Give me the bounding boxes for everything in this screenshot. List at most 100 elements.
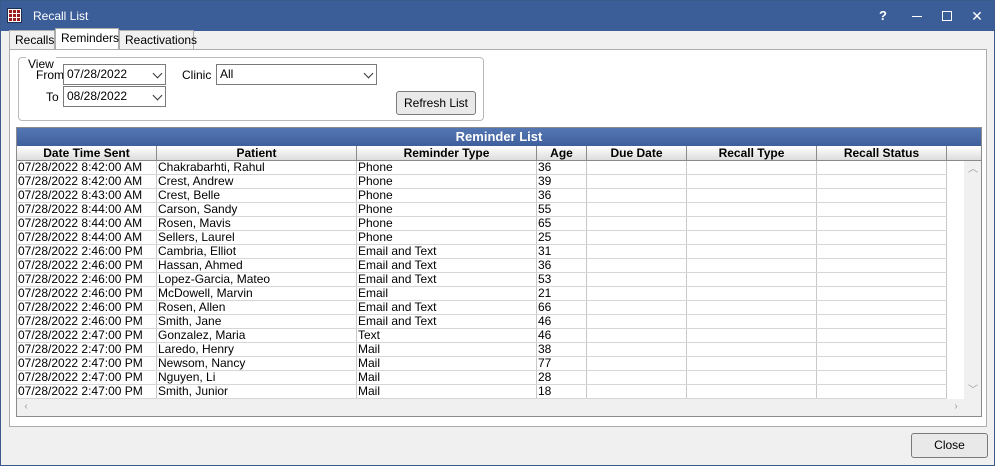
table-cell: Hassan, Ahmed [157, 259, 357, 272]
table-cell [587, 245, 687, 258]
table-cell [687, 371, 817, 384]
table-cell: Crest, Andrew [157, 175, 357, 188]
grid-app-icon [7, 8, 22, 23]
table-row[interactable]: 07/28/2022 2:46:00 PM Smith, Jane Email an… [17, 315, 947, 329]
table-row[interactable]: 07/28/2022 8:44:00 AM Carson, Sandy Phone 5… [17, 203, 947, 217]
table-cell: 77 [537, 357, 587, 370]
table-cell [587, 203, 687, 216]
help-button[interactable]: ? [869, 5, 897, 27]
column-header-age[interactable]: Age [537, 146, 587, 160]
table-cell: 46 [537, 329, 587, 342]
table-cell: Email and Text [357, 301, 537, 314]
table-cell: 07/28/2022 2:46:00 PM [17, 301, 157, 314]
table-row[interactable]: 07/28/2022 2:47:00 PM Gonzalez, Maria Text… [17, 329, 947, 343]
table-cell: Carson, Sandy [157, 203, 357, 216]
table-row[interactable]: 07/28/2022 2:46:00 PM Cambria, Elliot Emai… [17, 245, 947, 259]
vertical-scrollbar[interactable]: ︿ ﹀ [964, 161, 981, 399]
table-cell [587, 217, 687, 230]
table-cell [817, 273, 947, 286]
close-button[interactable]: Close [911, 433, 988, 458]
window-title: Recall List [33, 9, 89, 23]
table-row[interactable]: 07/28/2022 2:47:00 PM Newsom, Nancy Mail 77 [17, 357, 947, 371]
table-cell [817, 175, 947, 188]
table-row[interactable]: 07/28/2022 2:46:00 PM Hassan, Ahmed Email … [17, 259, 947, 273]
table-cell: Smith, Junior [157, 385, 357, 398]
table-cell [687, 343, 817, 356]
from-date-combo[interactable]: 07/28/2022 [63, 64, 166, 85]
minimize-button[interactable] [903, 5, 931, 27]
reminders-tab-page: View From 07/28/2022 To 08/28/2022 Clini… [9, 49, 987, 427]
table-cell [687, 301, 817, 314]
table-cell: Text [357, 329, 537, 342]
table-cell: 36 [537, 189, 587, 202]
clinic-select[interactable]: All [216, 64, 377, 85]
table-cell: 07/28/2022 2:47:00 PM [17, 329, 157, 342]
tab-recalls[interactable]: Recalls [9, 30, 55, 49]
table-row[interactable]: 07/28/2022 2:47:00 PM Smith, Junior Mail 18 [17, 385, 947, 399]
table-cell: 65 [537, 217, 587, 230]
table-cell [587, 385, 687, 398]
table-cell: Nguyen, Li [157, 371, 357, 384]
column-header-due-date[interactable]: Due Date [587, 146, 687, 160]
table-cell [817, 315, 947, 328]
grid-body: 07/28/2022 8:42:00 AM Chakrabarhti, Rahul… [17, 161, 947, 399]
table-row[interactable]: 07/28/2022 8:44:00 AM Rosen, Mavis Phone 65 [17, 217, 947, 231]
table-row[interactable]: 07/28/2022 2:46:00 PM McDowell, Marvin Ema… [17, 287, 947, 301]
clinic-value: All [220, 67, 234, 81]
column-header-recall-status[interactable]: Recall Status [817, 146, 947, 160]
table-row[interactable]: 07/28/2022 8:42:00 AM Chakrabarhti, Rahul… [17, 161, 947, 175]
column-header-recall-type[interactable]: Recall Type [687, 146, 817, 160]
title-bar[interactable]: Recall List ? ✕ [1, 1, 994, 31]
table-cell [817, 385, 947, 398]
table-cell [817, 217, 947, 230]
table-cell: 36 [537, 259, 587, 272]
column-header-reminder-type[interactable]: Reminder Type [357, 146, 537, 160]
table-cell [817, 371, 947, 384]
table-row[interactable]: 07/28/2022 2:46:00 PM Lopez-Garcia, Mateo… [17, 273, 947, 287]
table-cell [687, 329, 817, 342]
to-label: To [46, 90, 59, 104]
table-cell: 46 [537, 315, 587, 328]
tab-reminders[interactable]: Reminders [55, 28, 119, 49]
chevron-up-icon[interactable]: ︿ [968, 165, 978, 175]
table-cell [687, 161, 817, 174]
table-cell: Smith, Jane [157, 315, 357, 328]
table-cell [817, 357, 947, 370]
tab-reactivations[interactable]: Reactivations [119, 30, 197, 49]
chevron-down-icon [363, 68, 374, 79]
table-cell: Phone [357, 231, 537, 244]
close-icon: ✕ [971, 8, 983, 24]
grid-title: Reminder List [17, 128, 981, 146]
table-row[interactable]: 07/28/2022 8:43:00 AM Crest, Belle Phone 36 [17, 189, 947, 203]
table-cell: 07/28/2022 2:47:00 PM [17, 343, 157, 356]
table-cell: Sellers, Laurel [157, 231, 357, 244]
chevron-down-icon[interactable]: ﹀ [968, 386, 978, 396]
horizontal-scrollbar[interactable]: ‹ › [17, 399, 981, 416]
column-header-date-time-sent[interactable]: Date Time Sent [17, 146, 157, 160]
chevron-left-icon[interactable]: ‹ [21, 402, 31, 412]
table-cell [687, 175, 817, 188]
maximize-button[interactable] [933, 5, 961, 27]
table-row[interactable]: 07/28/2022 8:44:00 AM Sellers, Laurel Phon… [17, 231, 947, 245]
table-cell: 66 [537, 301, 587, 314]
to-date-combo[interactable]: 08/28/2022 [63, 86, 166, 107]
table-row[interactable]: 07/28/2022 2:47:00 PM Laredo, Henry Mail 38 [17, 343, 947, 357]
table-cell: Crest, Belle [157, 189, 357, 202]
table-row[interactable]: 07/28/2022 2:47:00 PM Nguyen, Li Mail 28 [17, 371, 947, 385]
chevron-right-icon[interactable]: › [951, 402, 961, 412]
table-cell: 07/28/2022 2:46:00 PM [17, 287, 157, 300]
table-cell: Rosen, Mavis [157, 217, 357, 230]
grid-header: Date Time Sent Patient Reminder Type Age… [17, 146, 981, 161]
column-header-patient[interactable]: Patient [157, 146, 357, 160]
close-window-button[interactable]: ✕ [963, 5, 991, 27]
table-cell: Email and Text [357, 315, 537, 328]
table-cell: Email and Text [357, 259, 537, 272]
table-cell [817, 301, 947, 314]
table-row[interactable]: 07/28/2022 8:42:00 AM Crest, Andrew Phone 3… [17, 175, 947, 189]
table-cell: 07/28/2022 2:46:00 PM [17, 245, 157, 258]
refresh-list-button[interactable]: Refresh List [396, 91, 476, 115]
reminder-list-grid: Reminder List Date Time Sent Patient Rem… [16, 127, 982, 417]
table-cell [817, 203, 947, 216]
table-cell: Email and Text [357, 245, 537, 258]
table-row[interactable]: 07/28/2022 2:46:00 PM Rosen, Allen Email a… [17, 301, 947, 315]
